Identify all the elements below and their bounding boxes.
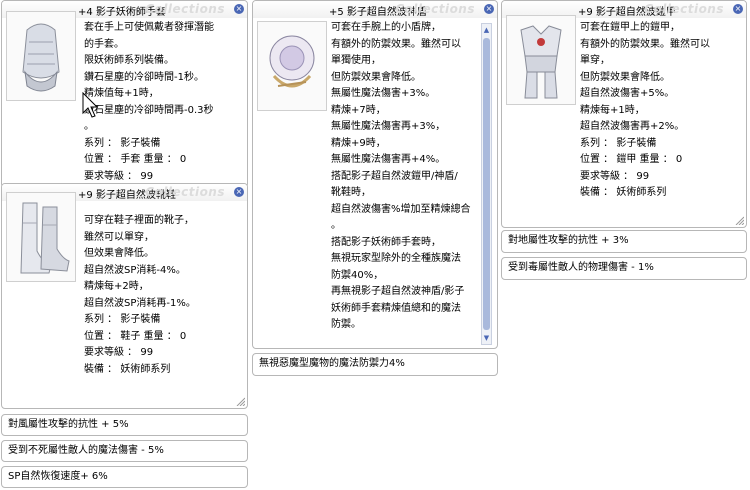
desc-line: 鑽石星塵的冷卻時間再-0.3秒 [84, 104, 214, 116]
option-bar-poison-phys: 受到毒屬性敵人的物理傷害 - 1% [501, 257, 747, 280]
desc-line: 單穿， [580, 55, 610, 66]
option-bar-ignore-mdef: 無視惡魔型魔物的魔法防禦力4% [252, 353, 498, 376]
desc-line: 精煉+7時， [331, 104, 386, 116]
option-bar-wind-resist: 對風屬性攻擊的抗性 + 5% [1, 414, 248, 436]
desc-line: 精煉+9時， [331, 137, 386, 149]
desc-line: 的手套。 [84, 38, 124, 50]
item-window-gloves[interactable]: +4 影子妖術師手套 Collections × 套在手上可使佩戴者發揮潛能 的… [1, 0, 248, 188]
shield-icon [257, 21, 327, 111]
desc-line: 妖術師手套精煉值總和的魔法 [331, 302, 461, 314]
desc-line: 雖然可以單穿， [84, 231, 154, 243]
desc-line: 再無視影子超自然波神盾/影子 [331, 286, 465, 297]
option-bar-undead-magic: 受到不死屬性敵人的魔法傷害 - 5% [1, 440, 248, 462]
desc-line: 超自然波SP消耗再-1%。 [84, 297, 196, 309]
desc-line: 可穿在鞋子裡面的靴子， [84, 215, 194, 226]
desc-line: 。 [331, 220, 341, 231]
desc-line: 裝備 ： 妖術師系列 [84, 363, 171, 375]
desc-line: 。 [84, 121, 94, 132]
item-description: 可套在鎧甲上的鎧甲， 有額外的防禦效果。雖然可以 單穿， 但防禦效果會降低。 超… [580, 20, 710, 202]
desc-line: 位置 ： 鞋子 重量 ： 0 [84, 330, 187, 342]
desc-line: 無屬性魔法傷害再+3%， [331, 121, 446, 132]
close-icon[interactable]: × [234, 4, 244, 14]
desc-line: 搭配影子超自然波鎧甲/神盾/ [331, 170, 458, 182]
watermark: Collections [145, 2, 225, 16]
desc-line: 無視玩家型除外的全種族魔法 [331, 253, 461, 264]
desc-line: 超自然波傷害再+2%。 [580, 121, 685, 132]
resize-grip-icon[interactable] [235, 396, 246, 407]
desc-line: 限妖術師系列裝備。 [84, 55, 174, 66]
desc-line: 防禦。 [331, 319, 361, 330]
watermark: Collections [644, 2, 724, 16]
close-icon[interactable]: × [484, 4, 494, 14]
desc-line: 位置 ： 鎧甲 重量 ： 0 [580, 154, 683, 165]
resize-grip-icon[interactable] [734, 215, 745, 226]
desc-line: 搭配影子妖術師手套時， [331, 236, 441, 248]
desc-line: 無屬性魔法傷害+3%。 [331, 88, 436, 99]
desc-line: 但防禦效果會降低。 [580, 71, 670, 83]
item-window-armor[interactable]: +9 影子超自然波鎧甲 Collections × 可套在鎧甲上的鎧甲， 有額外… [501, 0, 747, 228]
desc-line: 超自然波傷害%增加至精煉總合 [331, 203, 471, 215]
item-window-boots[interactable]: +9 影子超自然波靴鞋 Collections × 可穿在鞋子裡面的靴子， 雖然… [1, 183, 248, 409]
desc-line: 可套在手腕上的小盾牌， [331, 22, 441, 33]
desc-line: 系列 ： 影子裝備 [84, 137, 161, 149]
desc-line: 單獨使用， [331, 55, 381, 66]
item-description: 可套在手腕上的小盾牌， 有額外的防禦效果。雖然可以 單獨使用， 但防禦效果會降低… [331, 20, 471, 334]
desc-line: 位置 ： 手套 重量 ： 0 [84, 154, 187, 165]
item-description: 套在手上可使佩戴者發揮潛能 的手套。 限妖術師系列裝備。 鑽石星塵的冷卻時間-1… [84, 20, 214, 185]
option-bar-sp-regen: SP自然恢復速度+ 6% [1, 466, 248, 488]
scrollbar[interactable]: ▲ ▼ [481, 23, 492, 345]
item-description: 可穿在鞋子裡面的靴子， 雖然可以單穿， 但效果會降低。 超自然波SP消耗-4%。… [84, 213, 196, 378]
scrollbar-thumb[interactable] [483, 38, 490, 330]
desc-line: 但效果會降低。 [84, 248, 154, 259]
desc-line: 但防禦效果會降低。 [331, 71, 421, 83]
option-bar-earth-resist: 對地屬性攻擊的抗性 + 3% [501, 230, 747, 253]
mouse-cursor-icon [82, 91, 99, 118]
desc-line: 套在手上可使佩戴者發揮潛能 [84, 22, 214, 33]
watermark: Collections [145, 185, 225, 199]
desc-line: 精煉值每+1時， [84, 88, 159, 99]
desc-line: 鑽石星塵的冷卻時間-1秒。 [84, 71, 204, 83]
title-bar[interactable]: +5 影子超自然波神盾 Collections × [253, 1, 497, 18]
close-icon[interactable]: × [234, 187, 244, 197]
desc-line: 系列 ： 影子裝備 [84, 314, 161, 325]
scroll-down-icon[interactable]: ▼ [482, 333, 491, 343]
desc-line: 精煉每+2時， [84, 281, 149, 292]
desc-line: 要求等級 ： 99 [580, 170, 650, 182]
close-icon[interactable]: × [733, 4, 743, 14]
desc-line: 有額外的防禦效果。雖然可以 [331, 38, 461, 50]
gauntlet-icon [6, 11, 76, 101]
desc-line: 可套在鎧甲上的鎧甲， [580, 22, 680, 33]
desc-line: 精煉每+1時， [580, 104, 645, 116]
boots-icon [6, 192, 76, 282]
scroll-up-icon[interactable]: ▲ [482, 25, 491, 35]
desc-line: 要求等級 ： 99 [84, 347, 154, 358]
desc-line: 有額外的防禦效果。雖然可以 [580, 38, 710, 50]
desc-line: 防禦40%， [331, 269, 384, 281]
desc-line: 裝備 ： 妖術師系列 [580, 187, 667, 198]
watermark: Collections [395, 2, 475, 16]
desc-line: 靴鞋時， [331, 187, 371, 198]
item-window-shield[interactable]: +5 影子超自然波神盾 Collections × 可套在手腕上的小盾牌， 有額… [252, 0, 498, 349]
desc-line: 超自然波傷害+5%。 [580, 88, 675, 99]
desc-line: 系列 ： 影子裝備 [580, 137, 657, 149]
desc-line: 超自然波SP消耗-4%。 [84, 264, 186, 276]
desc-line: 無屬性魔法傷害再+4%。 [331, 154, 446, 165]
armor-icon [506, 15, 576, 105]
